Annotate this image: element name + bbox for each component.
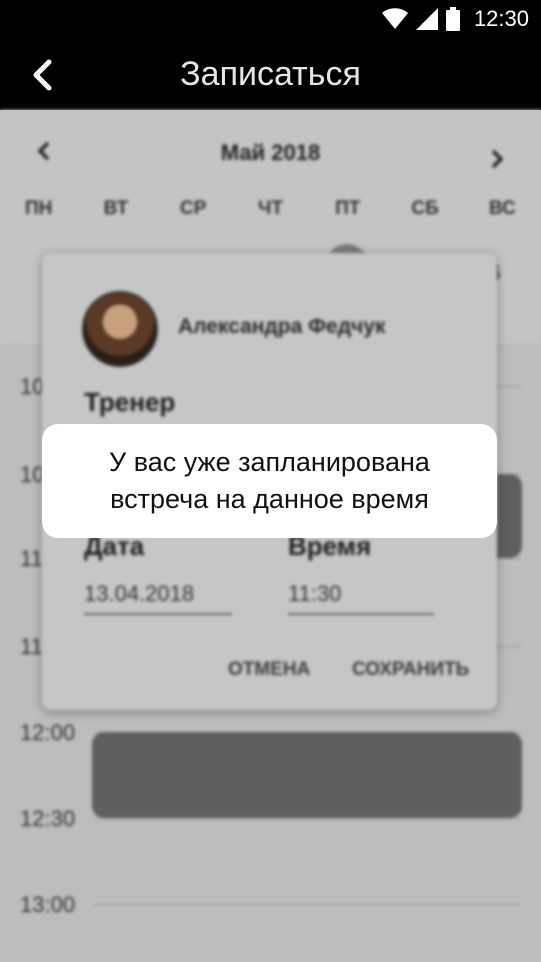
time-label: 12:00 bbox=[20, 720, 76, 745]
cancel-button[interactable]: ОТМЕНА bbox=[228, 659, 310, 681]
schedule-event[interactable] bbox=[92, 732, 522, 818]
signal-icon bbox=[415, 8, 438, 30]
weekday: СБ bbox=[411, 198, 439, 219]
weekday: ВТ bbox=[103, 198, 129, 219]
weekday: ПН bbox=[24, 198, 53, 219]
weekday-row: ПН ВТ СР ЧТ ПТ СБ ВС bbox=[0, 198, 541, 220]
time-field[interactable]: 11:30 bbox=[288, 581, 434, 615]
avatar bbox=[82, 291, 158, 367]
toast-text: У вас уже запланирована встреча на данно… bbox=[109, 447, 430, 514]
app-bar: Записаться bbox=[0, 40, 541, 110]
battery-icon bbox=[445, 7, 460, 31]
trainer-role: Тренер bbox=[84, 387, 176, 417]
status-bar: 12:30 bbox=[0, 0, 541, 40]
time-label: 11 bbox=[20, 546, 43, 571]
schedule-row: 13:00 bbox=[0, 892, 541, 917]
next-month-icon[interactable] bbox=[489, 148, 505, 170]
weekday: ПТ bbox=[335, 198, 361, 219]
status-icons: 12:30 bbox=[381, 6, 529, 32]
status-time: 12:30 bbox=[473, 6, 529, 31]
time-label: 11 bbox=[20, 634, 43, 659]
time-divider bbox=[94, 904, 521, 905]
time-label: 10 bbox=[20, 374, 45, 399]
weekday: ВС bbox=[488, 198, 516, 219]
page-title: Записаться bbox=[180, 55, 361, 93]
trainer-name: Александра Федчук bbox=[178, 315, 386, 338]
time-divider bbox=[94, 818, 521, 819]
time-label: 10 bbox=[20, 462, 45, 487]
weekday: ЧТ bbox=[258, 198, 283, 219]
wifi-icon bbox=[381, 8, 408, 29]
weekday: СР bbox=[180, 198, 207, 219]
time-label: 13:00 bbox=[20, 892, 76, 917]
date-field[interactable]: 13.04.2018 bbox=[84, 581, 232, 615]
schedule-row: 12:30 bbox=[0, 806, 541, 831]
save-button[interactable]: СОХРАНИТЬ bbox=[352, 659, 469, 681]
toast-message: У вас уже запланирована встреча на данно… bbox=[42, 424, 497, 538]
calendar-month: Май 2018 bbox=[220, 140, 321, 165]
time-label: 12:30 bbox=[20, 806, 76, 831]
